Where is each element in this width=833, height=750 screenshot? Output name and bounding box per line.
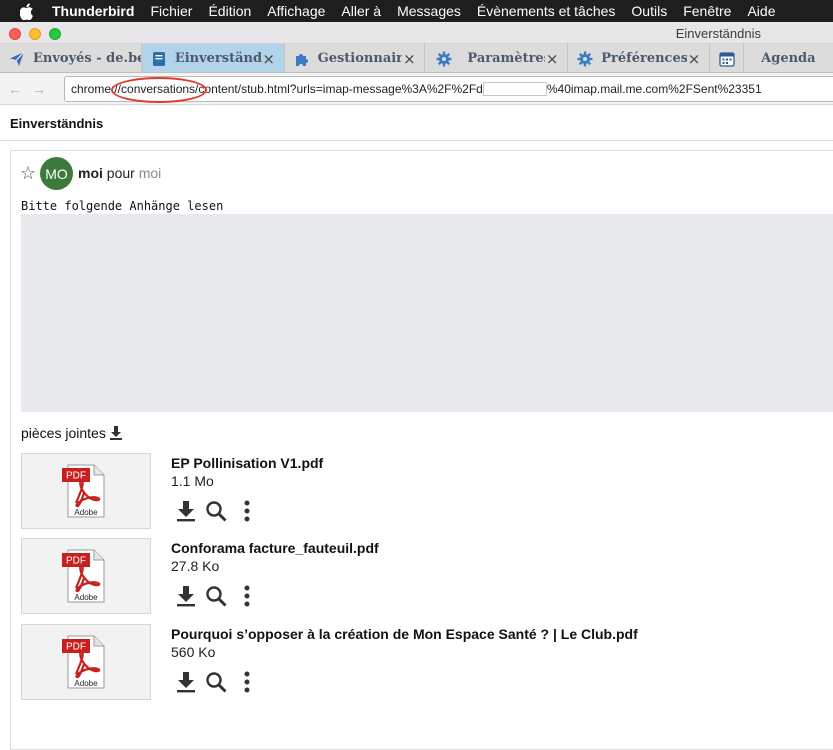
pdf-label: PDF: [66, 471, 86, 482]
minimize-window-button[interactable]: [29, 28, 41, 40]
forward-arrow-icon[interactable]: →: [32, 81, 46, 97]
pdf-label: PDF: [66, 556, 86, 567]
apple-menu-icon[interactable]: [20, 2, 38, 20]
attachment-item: PDF Adobe EP Pollinisation V1.pdf 1.1 Mo: [21, 453, 833, 533]
tab-label: Envoyés - de.berl: [33, 51, 141, 66]
more-options-icon[interactable]: [236, 585, 258, 607]
tab-label: Einverständnis: [174, 51, 262, 66]
tab-label: Gestionnaire d: [317, 51, 403, 66]
redacted-box: [482, 82, 547, 96]
recipient-name[interactable]: moi: [139, 165, 162, 181]
window-titlebar: Einverständnis: [0, 22, 833, 44]
more-options-icon[interactable]: [236, 671, 258, 693]
menu-edition[interactable]: Édition: [208, 3, 251, 19]
menu-fichier[interactable]: Fichier: [150, 3, 192, 19]
puzzle-icon: [293, 50, 311, 68]
close-tab-icon[interactable]: ×: [545, 50, 559, 68]
back-arrow-icon[interactable]: ←: [8, 81, 22, 97]
search-icon[interactable]: [205, 671, 227, 693]
more-options-icon[interactable]: [236, 500, 258, 522]
download-all-icon[interactable]: [109, 425, 123, 441]
adobe-label: Adobe: [74, 508, 98, 517]
message-icon: [150, 50, 168, 68]
attachment-name[interactable]: Pourquoi s’opposer à la création de Mon …: [171, 626, 638, 642]
close-tab-icon[interactable]: ×: [687, 50, 701, 68]
tab-label: Paramètres: [467, 51, 546, 66]
url-text-end: %40imap.mail.me.com%2FSent%23351: [546, 82, 762, 96]
pdf-label: PDF: [66, 642, 86, 653]
attachment-name[interactable]: Conforama facture_fauteuil.pdf: [171, 540, 379, 556]
menu-outils[interactable]: Outils: [631, 3, 667, 19]
message-body: Bitte folgende Anhänge lesen: [21, 199, 224, 213]
attachment-item: PDF Adobe Conforama facture_fauteuil.pdf…: [21, 538, 833, 618]
tab-parametres[interactable]: Paramètres ×: [425, 44, 569, 72]
pdf-thumbnail[interactable]: PDF Adobe: [21, 624, 151, 700]
sender-name[interactable]: moi: [78, 165, 103, 181]
download-icon[interactable]: [175, 500, 197, 522]
attachments-header: pièces jointes: [21, 425, 123, 441]
menu-fenetre[interactable]: Fenêtre: [683, 3, 731, 19]
download-icon[interactable]: [175, 671, 197, 693]
tab-sent[interactable]: Envoyés - de.berl: [0, 44, 142, 72]
menu-messages[interactable]: Messages: [397, 3, 461, 19]
attachment-name[interactable]: EP Pollinisation V1.pdf: [171, 455, 323, 471]
close-tab-icon[interactable]: ×: [402, 50, 416, 68]
tab-label: Préférences av: [601, 51, 688, 66]
attachment-size: 1.1 Mo: [171, 473, 214, 489]
tab-label: Agenda: [761, 51, 816, 66]
gear-icon: [435, 50, 453, 68]
attachment-item: PDF Adobe Pourquoi s’opposer à la créati…: [21, 624, 833, 704]
tab-preferences[interactable]: Préférences av ×: [568, 44, 711, 72]
search-icon[interactable]: [205, 585, 227, 607]
send-icon: [8, 50, 26, 68]
calendar-icon: [718, 50, 736, 68]
avatar: MO: [40, 157, 73, 190]
zoom-window-button[interactable]: [49, 28, 61, 40]
adobe-label: Adobe: [74, 679, 98, 688]
tab-calendar-button[interactable]: [710, 44, 744, 72]
pdf-thumbnail[interactable]: PDF Adobe: [21, 538, 151, 614]
pdf-file-icon: PDF Adobe: [62, 635, 105, 689]
app-menu[interactable]: Thunderbird: [52, 3, 134, 19]
redacted-content-block: [21, 214, 833, 412]
menu-evenements[interactable]: Évènements et tâches: [477, 3, 616, 19]
tab-einverstandnis[interactable]: Einverständnis ×: [141, 44, 285, 72]
conversation-subject: Einverständnis: [0, 105, 833, 141]
search-icon[interactable]: [205, 500, 227, 522]
pdf-thumbnail[interactable]: PDF Adobe: [21, 453, 151, 529]
tab-agenda[interactable]: Agenda: [744, 44, 833, 72]
menu-aide[interactable]: Aide: [747, 3, 775, 19]
attachments-label: pièces jointes: [21, 425, 106, 441]
recipient-prefix: pour: [106, 165, 135, 181]
tab-strip: Envoyés - de.berl Einverständnis × Gesti…: [0, 44, 833, 73]
attachment-size: 560 Ko: [171, 644, 216, 660]
menu-aller-a[interactable]: Aller à: [341, 3, 381, 19]
close-window-button[interactable]: [9, 28, 21, 40]
download-icon[interactable]: [175, 585, 197, 607]
gear-icon: [576, 50, 594, 68]
close-tab-icon[interactable]: ×: [262, 50, 276, 68]
tab-gestionnaire[interactable]: Gestionnaire d ×: [285, 44, 426, 72]
pdf-file-icon: PDF Adobe: [62, 549, 105, 603]
menu-bar: Thunderbird Fichier Édition Affichage Al…: [0, 0, 833, 22]
window-title: Einverständnis: [675, 26, 761, 41]
menu-affichage[interactable]: Affichage: [267, 3, 325, 19]
attachment-size: 27.8 Ko: [171, 558, 220, 574]
message-header: moi pour moi: [78, 165, 161, 181]
adobe-label: Adobe: [74, 593, 98, 602]
star-icon[interactable]: ☆: [20, 164, 36, 182]
highlight-circle: [111, 77, 207, 103]
pdf-file-icon: PDF Adobe: [62, 464, 105, 518]
